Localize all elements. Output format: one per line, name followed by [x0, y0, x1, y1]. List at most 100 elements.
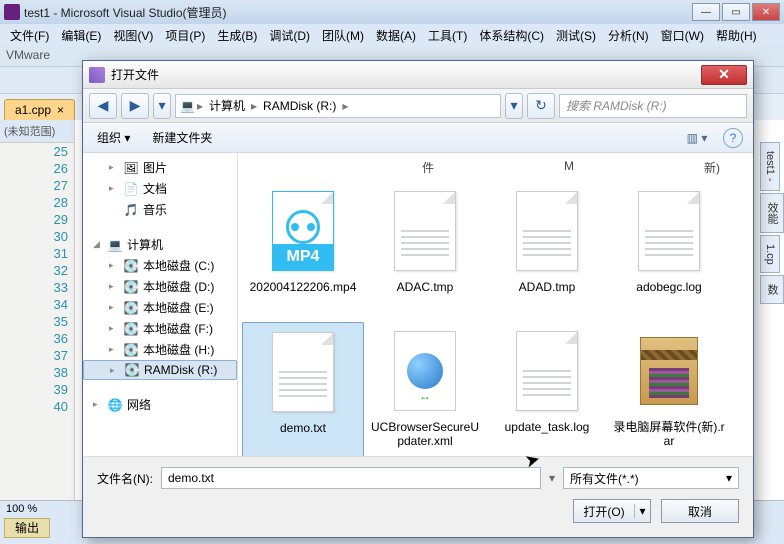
tree-label: 本地磁盘 (C:) [143, 257, 214, 274]
expand-icon[interactable]: ◢ [93, 239, 103, 250]
network-icon: 🌐 [107, 398, 123, 412]
nav-history-button[interactable]: ▾ [153, 93, 171, 119]
file-thumbnail [630, 186, 708, 276]
expand-icon[interactable]: ▸ [93, 399, 103, 410]
expand-icon[interactable]: ▸ [109, 162, 119, 173]
menu-item[interactable]: 窗口(W) [655, 25, 710, 46]
menu-item[interactable]: 生成(B) [211, 25, 263, 46]
col-header[interactable]: 新) [704, 159, 720, 176]
expand-icon[interactable]: ▸ [110, 365, 120, 376]
line-number: 33 [0, 279, 68, 296]
file-name: update_task.log [505, 420, 590, 434]
minimize-button[interactable]: — [692, 3, 720, 21]
line-number: 31 [0, 245, 68, 262]
refresh-button[interactable]: ↻ [527, 93, 555, 119]
tree-drive[interactable]: ▸💽本地磁盘 (D:) [83, 276, 237, 297]
expand-icon[interactable]: ▸ [109, 344, 119, 355]
menu-item[interactable]: 帮助(H) [710, 25, 763, 46]
tree-network[interactable]: ▸🌐网络 [83, 394, 237, 415]
collapsed-panel-tab[interactable]: 效能 [760, 193, 784, 233]
help-button[interactable]: ? [723, 128, 743, 148]
breadcrumb[interactable]: 💻 ▸ 计算机 ▸ RAMDisk (R:) ▸ [175, 94, 501, 118]
dialog-close-button[interactable]: ✕ [701, 65, 747, 85]
view-mode-button[interactable]: ▥ ▾ [685, 127, 709, 149]
file-item[interactable]: MP4202004122206.mp4 [242, 182, 364, 322]
line-number: 32 [0, 262, 68, 279]
menu-item[interactable]: 编辑(E) [55, 25, 107, 46]
file-thumbnail [508, 186, 586, 276]
line-number: 28 [0, 194, 68, 211]
tree-computer[interactable]: ◢💻计算机 [83, 234, 237, 255]
tab-close-icon[interactable]: × [57, 103, 64, 117]
col-header[interactable]: 件 [422, 159, 434, 176]
menu-item[interactable]: 调试(D) [263, 25, 316, 46]
expand-icon[interactable]: ▸ [109, 260, 119, 271]
open-button-dropdown[interactable]: ▾ [634, 504, 650, 518]
menu-item[interactable]: 工具(T) [422, 25, 473, 46]
breadcrumb-folder[interactable]: RAMDisk (R:) [259, 99, 340, 113]
menu-item[interactable]: 文件(F) [4, 25, 55, 46]
file-item[interactable]: ADAD.tmp [486, 182, 608, 322]
col-header[interactable]: M [564, 159, 574, 176]
tree-drive[interactable]: ▸💽本地磁盘 (C:) [83, 255, 237, 276]
tree-documents[interactable]: ▸📄文档 [83, 178, 237, 199]
tree-drive[interactable]: ▸💽本地磁盘 (H:) [83, 339, 237, 360]
menu-item[interactable]: 分析(N) [602, 25, 655, 46]
folder-tree[interactable]: ▸🖼图片▸📄文档🎵音乐◢💻计算机▸💽本地磁盘 (C:)▸💽本地磁盘 (D:)▸💽… [83, 153, 238, 456]
breadcrumb-root[interactable]: 计算机 [205, 97, 249, 114]
collapsed-panel-tab[interactable]: test1 - [760, 142, 780, 191]
file-name: 录电脑屏幕软件(新).rar [612, 420, 726, 448]
line-number: 38 [0, 364, 68, 381]
dialog-titlebar[interactable]: 打开文件 ✕ [83, 61, 753, 89]
file-item[interactable]: UCBrowserSecureUpdater.xml [364, 322, 486, 456]
file-item[interactable]: demo.txt [242, 322, 364, 456]
cancel-button[interactable]: 取消 [661, 499, 739, 523]
file-item[interactable]: 录电脑屏幕软件(新).rar [608, 322, 730, 456]
menu-item[interactable]: 数据(A) [370, 25, 422, 46]
collapsed-panel-tab[interactable]: 1.cp [760, 235, 780, 274]
menu-item[interactable]: 测试(S) [550, 25, 602, 46]
editor-tab-a1[interactable]: a1.cpp × [4, 99, 75, 120]
collapsed-panel-tab[interactable]: 数 [760, 275, 784, 304]
zoom-level[interactable]: 100 % [6, 503, 37, 515]
tree-drive[interactable]: ▸💽本地磁盘 (E:) [83, 297, 237, 318]
line-number: 40 [0, 398, 68, 415]
breadcrumb-dropdown[interactable]: ▾ [505, 93, 523, 119]
dialog-title: 打开文件 [111, 66, 701, 83]
output-panel-tab[interactable]: 输出 [4, 518, 50, 538]
file-filter-dropdown[interactable]: 所有文件(*.*)▾ [563, 467, 739, 489]
maximize-button[interactable]: ▭ [722, 3, 750, 21]
nav-forward-button[interactable]: ▶ [121, 93, 149, 119]
menu-item[interactable]: 项目(P) [159, 25, 211, 46]
menu-item[interactable]: 体系结构(C) [473, 25, 550, 46]
filename-input[interactable] [161, 467, 541, 489]
search-input[interactable]: 搜索 RAMDisk (R:) [559, 94, 747, 118]
file-item[interactable]: adobegc.log [608, 182, 730, 322]
file-list[interactable]: 件 M 新) MP4202004122206.mp4ADAC.tmpADAD.t… [238, 153, 753, 456]
tree-drive[interactable]: ▸💽RAMDisk (R:) [83, 360, 237, 380]
nav-back-button[interactable]: ◀ [89, 93, 117, 119]
expand-icon[interactable]: ▸ [109, 302, 119, 313]
tree-label: 音乐 [143, 201, 167, 218]
scope-combo[interactable]: (未知范围) [0, 120, 74, 143]
organize-button[interactable]: 组织 ▾ [93, 127, 134, 148]
drive-icon: 💽 [123, 301, 139, 315]
open-button[interactable]: 打开(O) ▾ [573, 499, 651, 523]
computer-icon: 💻 [180, 99, 195, 113]
expand-icon[interactable]: ▸ [109, 323, 119, 334]
expand-icon[interactable]: ▸ [109, 183, 119, 194]
file-item[interactable]: update_task.log [486, 322, 608, 456]
menu-item[interactable]: 视图(V) [107, 25, 159, 46]
pic-icon: 🖼 [123, 161, 139, 175]
close-button[interactable]: ✕ [752, 3, 780, 21]
vs-window-title: test1 - Microsoft Visual Studio(管理员) [24, 4, 692, 21]
tree-pictures[interactable]: ▸🖼图片 [83, 157, 237, 178]
computer-icon: 💻 [107, 238, 123, 252]
new-folder-button[interactable]: 新建文件夹 [148, 127, 216, 148]
expand-icon[interactable]: ▸ [109, 281, 119, 292]
tree-music[interactable]: 🎵音乐 [83, 199, 237, 220]
tree-drive[interactable]: ▸💽本地磁盘 (F:) [83, 318, 237, 339]
file-item[interactable]: ADAC.tmp [364, 182, 486, 322]
menu-item[interactable]: 团队(M) [316, 25, 370, 46]
filter-label: 所有文件(*.*) [570, 470, 639, 487]
